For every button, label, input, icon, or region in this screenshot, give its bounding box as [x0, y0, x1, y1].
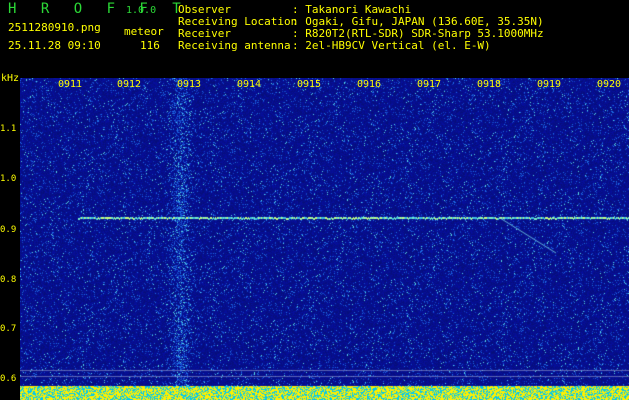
spectrogram-canvas — [20, 78, 629, 400]
x-tick-label: 0919 — [537, 79, 562, 90]
spectrogram-plot — [20, 78, 629, 400]
info-row-antenna: Receiving antenna: 2el-HB9CV Vertical (e… — [178, 40, 491, 52]
x-tick-label: 0918 — [477, 79, 502, 90]
y-axis-unit: kHz — [1, 73, 20, 84]
app-version: 1.0.0 — [126, 5, 157, 16]
date-time: 25.11.28 09:10 — [8, 39, 101, 52]
app-name: H R O F F T — [8, 1, 189, 17]
header-panel: H R O F F T 1.0.0 2511280910.png 25.11.2… — [0, 0, 629, 78]
y-tick-label: 1.0 — [0, 174, 17, 184]
x-tick-label: 0914 — [237, 79, 262, 90]
info-sep: : — [292, 39, 299, 52]
y-tick-label: 1.1 — [0, 124, 17, 134]
y-tick-label: 0.7 — [0, 324, 17, 334]
info-value: 2el-HB9CV Vertical (el. E-W) — [305, 39, 491, 52]
y-tick-label: 0.9 — [0, 225, 17, 235]
y-tick-label: 0.6 — [0, 374, 17, 384]
info-label: Receiving antenna — [178, 39, 291, 52]
meteor-label: meteor — [124, 25, 164, 38]
y-tick-label: 0.8 — [0, 275, 17, 285]
file-name: 2511280910.png — [8, 21, 101, 34]
x-tick-label: 0915 — [297, 79, 322, 90]
x-tick-label: 0920 — [597, 79, 622, 90]
x-tick-label: 0912 — [117, 79, 142, 90]
meteor-count: 116 — [140, 39, 160, 52]
x-tick-label: 0913 — [177, 79, 202, 90]
x-tick-label: 0917 — [417, 79, 442, 90]
x-tick-label: 0911 — [58, 79, 83, 90]
x-tick-label: 0916 — [357, 79, 382, 90]
